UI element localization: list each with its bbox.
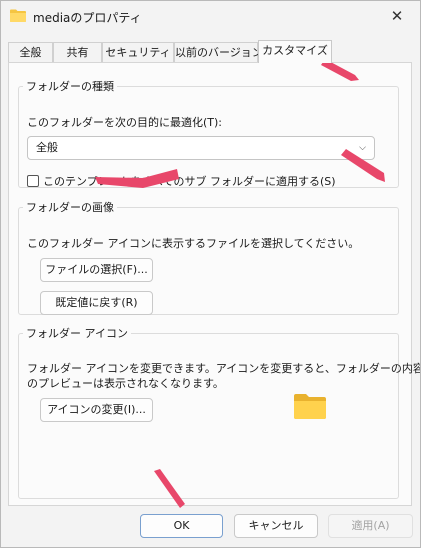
tab-sharing[interactable]: 共有 [53, 42, 102, 62]
choose-file-button[interactable]: ファイルの選択(F)... [40, 258, 153, 282]
apply-subfolders-label: このテンプレートをすべてのサブ フォルダーに適用する(S) [43, 175, 336, 188]
tab-customize[interactable]: カスタマイズ [258, 40, 332, 63]
tab-previous-versions[interactable]: 以前のバージョン [174, 42, 263, 62]
folder-icon [10, 9, 26, 22]
window-title: mediaのプロパティ [33, 11, 142, 25]
folder-picture-group: フォルダーの画像 このフォルダー アイコンに表示するファイルを選択してください。… [18, 199, 399, 315]
optimize-label: このフォルダーを次の目的に最適化(T): [27, 116, 223, 129]
folder-icon-description-line2: のプレビューは表示されなくなります。 [27, 377, 224, 390]
close-icon: ✕ [390, 7, 404, 25]
optimize-select-value: 全般 [36, 141, 58, 154]
chevron-down-icon: ⌵ [359, 143, 366, 153]
tab-general[interactable]: 全般 [8, 42, 53, 62]
close-button[interactable]: ✕ [374, 1, 420, 31]
customize-panel: フォルダーの種類 このフォルダーを次の目的に最適化(T): 全般 ⌵ このテンプ… [8, 62, 420, 506]
folder-type-group: フォルダーの種類 このフォルダーを次の目的に最適化(T): 全般 ⌵ このテンプ… [18, 78, 399, 188]
apply-subfolders-option[interactable]: このテンプレートをすべてのサブ フォルダーに適用する(S) [27, 173, 336, 189]
folder-picture-description: このフォルダー アイコンに表示するファイルを選択してください。 [27, 237, 360, 250]
tab-security[interactable]: セキュリティ [102, 42, 174, 62]
folder-picture-legend: フォルダーの画像 [26, 201, 114, 214]
change-icon-button[interactable]: アイコンの変更(I)... [40, 398, 153, 422]
properties-dialog: mediaのプロパティ ✕ 全般 共有 セキュリティ 以前のバージョン カスタマ… [0, 0, 421, 548]
folder-type-legend: フォルダーの種類 [26, 80, 114, 93]
cancel-button[interactable]: キャンセル [234, 514, 318, 538]
folder-icon-description-line1: フォルダー アイコンを変更できます。アイコンを変更すると、フォルダーの内容 [27, 362, 421, 375]
optimize-select[interactable]: 全般 ⌵ [27, 136, 375, 160]
folder-icon-group: フォルダー アイコン フォルダー アイコンを変更できます。アイコンを変更すると、… [18, 325, 420, 499]
ok-button[interactable]: OK [140, 514, 223, 538]
restore-default-button[interactable]: 既定値に戻す(R) [40, 291, 153, 315]
folder-preview-icon [294, 394, 326, 419]
folder-icon-legend: フォルダー アイコン [26, 327, 128, 340]
apply-button[interactable]: 適用(A) [328, 514, 413, 538]
title-bar[interactable]: mediaのプロパティ ✕ [1, 1, 420, 31]
apply-subfolders-checkbox[interactable] [27, 175, 39, 187]
